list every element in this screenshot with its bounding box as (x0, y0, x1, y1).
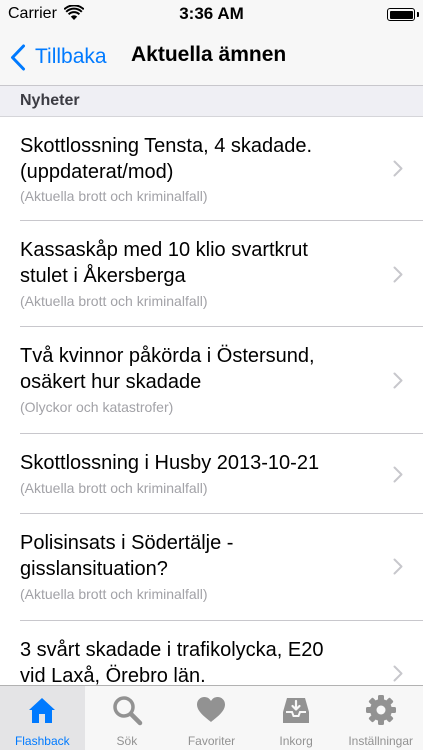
list-item-title-line: (uppdaterat/mod) (20, 161, 174, 183)
list-item-title-line: 3 svårt skadade i trafikolycka, E20 (20, 639, 324, 661)
tab-inbox[interactable]: Inkorg (254, 686, 339, 750)
list-item[interactable]: 3 svårt skadade i trafikolycka, E20 vid … (0, 621, 423, 685)
gear-icon (365, 695, 396, 725)
list-item-title: Skottlossning Tensta, 4 skadade. (uppdat… (20, 133, 380, 185)
tab-settings[interactable]: Inställningar (338, 686, 423, 750)
tab-label: Sök (116, 734, 138, 748)
list-item-title-line: Kassaskåp med 10 klio svartkrut (20, 239, 308, 261)
chevron-right-icon (393, 665, 403, 682)
list-item-title: Två kvinnor påkörda i Östersund, osäkert… (20, 343, 380, 395)
battery-icon (387, 8, 419, 21)
navigation-bar: Tillbaka Aktuella ämnen (0, 28, 423, 86)
list-item[interactable]: Skottlossning i Husby 2013-10-21 (Aktuel… (0, 434, 423, 514)
chevron-right-icon (393, 466, 403, 483)
list-item-title: Polisinsats i Södertälje - gisslansituat… (20, 530, 380, 582)
chevron-right-icon (393, 266, 403, 283)
list-item[interactable]: Två kvinnor påkörda i Östersund, osäkert… (0, 327, 423, 434)
list-item-category: (Aktuella brott och kriminalfall) (20, 480, 208, 496)
list-item-category: (Aktuella brott och kriminalfall) (20, 293, 208, 309)
list-item-title-line: Skottlossning Tensta, 4 skadade. (20, 135, 313, 157)
tab-bar: Flashback Sök Favoriter Inkorg Inställni… (0, 685, 423, 750)
tab-flashback[interactable]: Flashback (0, 686, 85, 750)
home-icon (29, 698, 56, 723)
tab-label: Flashback (14, 734, 70, 748)
list-item[interactable]: Skottlossning Tensta, 4 skadade. (uppdat… (0, 117, 423, 221)
list-item-title-line: stulet i Åkersberga (20, 265, 186, 287)
list-item-title: Kassaskåp med 10 klio svartkrut stulet i… (20, 237, 380, 289)
tab-label: Inkorg (279, 734, 313, 748)
list-item[interactable]: Kassaskåp med 10 klio svartkrut stulet i… (0, 221, 423, 327)
search-icon (113, 696, 143, 726)
status-time: 3:36 AM (179, 4, 244, 23)
list-item-category: (Olyckor och katastrofer) (20, 399, 174, 415)
list-item[interactable]: Polisinsats i Södertälje - gisslansituat… (0, 514, 423, 621)
list-item-title-line: osäkert hur skadade (20, 371, 202, 393)
section-title: Nyheter (20, 92, 80, 109)
list-item-category: (Aktuella brott och kriminalfall) (20, 586, 208, 602)
tab-search[interactable]: Sök (85, 686, 170, 750)
list-item-title: 3 svårt skadade i trafikolycka, E20 vid … (20, 637, 380, 685)
back-button-label: Tillbaka (35, 45, 107, 68)
tab-label: Favoriter (187, 734, 236, 748)
chevron-right-icon (393, 160, 403, 177)
list-item-title-line: Skottlossning i Husby 2013-10-21 (20, 452, 320, 474)
page-title: Aktuella ämnen (131, 43, 287, 66)
section-header: Nyheter (0, 86, 423, 117)
list-item-title-line: vid Laxå, Örebro län. (20, 665, 206, 685)
topic-list[interactable]: Skottlossning Tensta, 4 skadade. (uppdat… (0, 117, 423, 685)
list-item-title: Skottlossning i Husby 2013-10-21 (20, 450, 380, 476)
chevron-right-icon (393, 558, 403, 575)
list-item-title-line: Polisinsats i Södertälje - (20, 532, 234, 554)
list-item-category: (Aktuella brott och kriminalfall) (20, 188, 208, 204)
tab-label: Inställningar (348, 734, 414, 748)
chevron-right-icon (393, 372, 403, 389)
list-item-title-line: gisslansituation? (20, 558, 168, 580)
chevron-left-icon (11, 44, 25, 70)
status-bar: Carrier 3:36 AM (0, 0, 423, 28)
tab-favorites[interactable]: Favoriter (169, 686, 254, 750)
back-button[interactable]: Tillbaka (10, 41, 107, 73)
list-item-title-line: Två kvinnor påkörda i Östersund, (20, 345, 315, 367)
inbox-icon (283, 698, 310, 723)
heart-icon (197, 697, 226, 722)
